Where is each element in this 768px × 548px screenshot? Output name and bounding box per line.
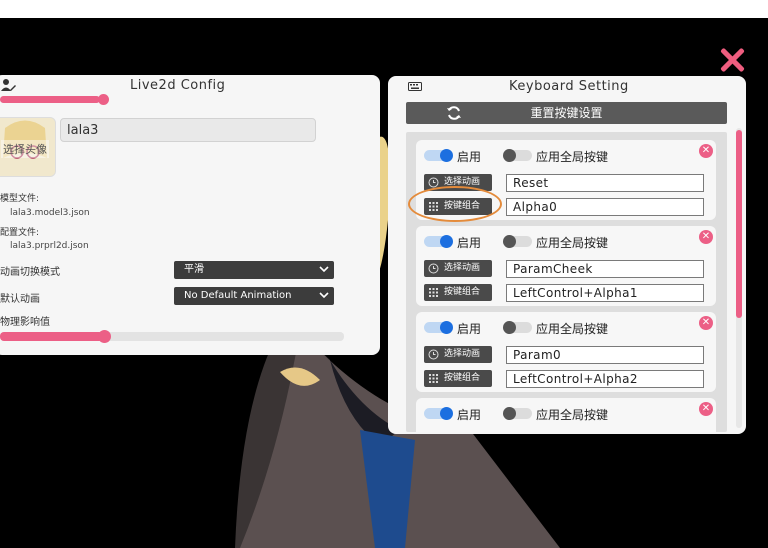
key-combo-field[interactable]: Alpha0 xyxy=(506,198,704,216)
remove-binding-icon[interactable]: ✕ xyxy=(699,144,713,158)
panel-title: Live2d Config xyxy=(130,78,226,93)
select-animation-label: 选择动画 xyxy=(444,349,481,359)
global-toggle[interactable] xyxy=(503,321,532,334)
binding-list: 启用 应用全局按键 ✕ 选择动画 Reset 按键组合 Alpha0 启用 应用… xyxy=(406,132,727,432)
enable-toggle[interactable] xyxy=(424,321,453,334)
refresh-icon xyxy=(447,106,461,120)
remove-binding-icon[interactable]: ✕ xyxy=(699,230,713,244)
global-toggle[interactable] xyxy=(503,235,532,248)
enable-toggle[interactable] xyxy=(424,149,453,162)
physics-slider[interactable] xyxy=(0,330,344,343)
enable-label: 启用 xyxy=(457,408,482,422)
top-slider-fill xyxy=(0,96,100,103)
keyboard-icon xyxy=(408,82,422,91)
live2d-config-panel: Live2d Config 选择头像 lala3 模型文件: lala3.mod… xyxy=(0,75,380,355)
select-animation-button[interactable]: 选择动画 xyxy=(424,260,492,277)
keypad-icon xyxy=(429,374,438,383)
panel-title: Keyboard Setting xyxy=(509,79,629,94)
key-combo-field[interactable]: LeftControl+Alpha2 xyxy=(506,370,704,388)
key-combo-label: 按键组合 xyxy=(444,373,481,383)
scrollbar[interactable] xyxy=(736,128,742,428)
anim-mode-label: 动画切换模式 xyxy=(0,267,60,278)
global-toggle[interactable] xyxy=(503,149,532,162)
clock-icon xyxy=(428,263,439,274)
remove-binding-icon[interactable]: ✕ xyxy=(699,316,713,330)
scrollbar-thumb[interactable] xyxy=(736,130,742,318)
anim-mode-dropdown[interactable]: 平滑 xyxy=(174,261,334,279)
config-file-label: 配置文件: xyxy=(0,228,40,238)
global-label: 应用全局按键 xyxy=(536,150,609,164)
top-bar xyxy=(0,0,768,18)
user-edit-icon xyxy=(1,79,16,91)
enable-toggle[interactable] xyxy=(424,235,453,248)
enable-label: 启用 xyxy=(457,322,482,336)
default-anim-label: 默认动画 xyxy=(0,294,40,305)
top-slider-knob[interactable] xyxy=(98,94,109,105)
binding-card: 启用 应用全局按键 ✕ 选择动画 ParamCheek 按键组合 LeftCon… xyxy=(416,226,716,306)
animation-field[interactable]: ParamCheek xyxy=(506,260,704,278)
chevron-down-icon xyxy=(319,292,329,299)
avatar-select-button[interactable]: 选择头像 xyxy=(0,117,56,177)
default-anim-dropdown[interactable]: No Default Animation xyxy=(174,287,334,305)
key-combo-label: 按键组合 xyxy=(444,287,481,297)
top-slider[interactable] xyxy=(0,94,109,105)
physics-slider-knob[interactable] xyxy=(98,330,111,343)
enable-toggle[interactable] xyxy=(424,407,453,420)
select-animation-label: 选择动画 xyxy=(444,263,481,273)
close-icon[interactable] xyxy=(718,46,746,74)
select-animation-button[interactable]: 选择动画 xyxy=(424,346,492,363)
avatar-select-label: 选择头像 xyxy=(1,140,49,158)
key-combo-button[interactable]: 按键组合 xyxy=(424,370,492,387)
global-toggle[interactable] xyxy=(503,407,532,420)
global-label: 应用全局按键 xyxy=(536,322,609,336)
binding-card: 启用 应用全局按键 ✕ xyxy=(416,398,716,432)
physics-slider-fill xyxy=(0,332,103,341)
enable-label: 启用 xyxy=(457,150,482,164)
physics-label: 物理影响值 xyxy=(0,317,50,328)
clock-icon xyxy=(428,349,439,360)
enable-label: 启用 xyxy=(457,236,482,250)
config-file-value: lala3.prprl2d.json xyxy=(10,241,89,251)
reset-keys-button[interactable]: 重置按键设置 xyxy=(406,102,727,124)
default-anim-value: No Default Animation xyxy=(184,290,292,301)
model-file-label: 模型文件: xyxy=(0,194,40,204)
key-combo-button[interactable]: 按键组合 xyxy=(424,284,492,301)
global-label: 应用全局按键 xyxy=(536,236,609,250)
binding-card: 启用 应用全局按键 ✕ 选择动画 Param0 按键组合 LeftControl… xyxy=(416,312,716,392)
name-input[interactable]: lala3 xyxy=(60,118,316,142)
animation-field[interactable]: Reset xyxy=(506,174,704,192)
keypad-icon xyxy=(429,288,438,297)
reset-keys-label: 重置按键设置 xyxy=(530,106,603,120)
annotation-circle xyxy=(408,186,502,222)
chevron-down-icon xyxy=(319,266,329,273)
animation-field[interactable]: Param0 xyxy=(506,346,704,364)
remove-binding-icon[interactable]: ✕ xyxy=(699,402,713,416)
model-file-value: lala3.model3.json xyxy=(10,208,90,218)
global-label: 应用全局按键 xyxy=(536,408,609,422)
key-combo-field[interactable]: LeftControl+Alpha1 xyxy=(506,284,704,302)
keyboard-setting-panel: Keyboard Setting 重置按键设置 启用 应用全局按键 ✕ 选择动画… xyxy=(388,76,746,434)
anim-mode-value: 平滑 xyxy=(184,264,204,275)
